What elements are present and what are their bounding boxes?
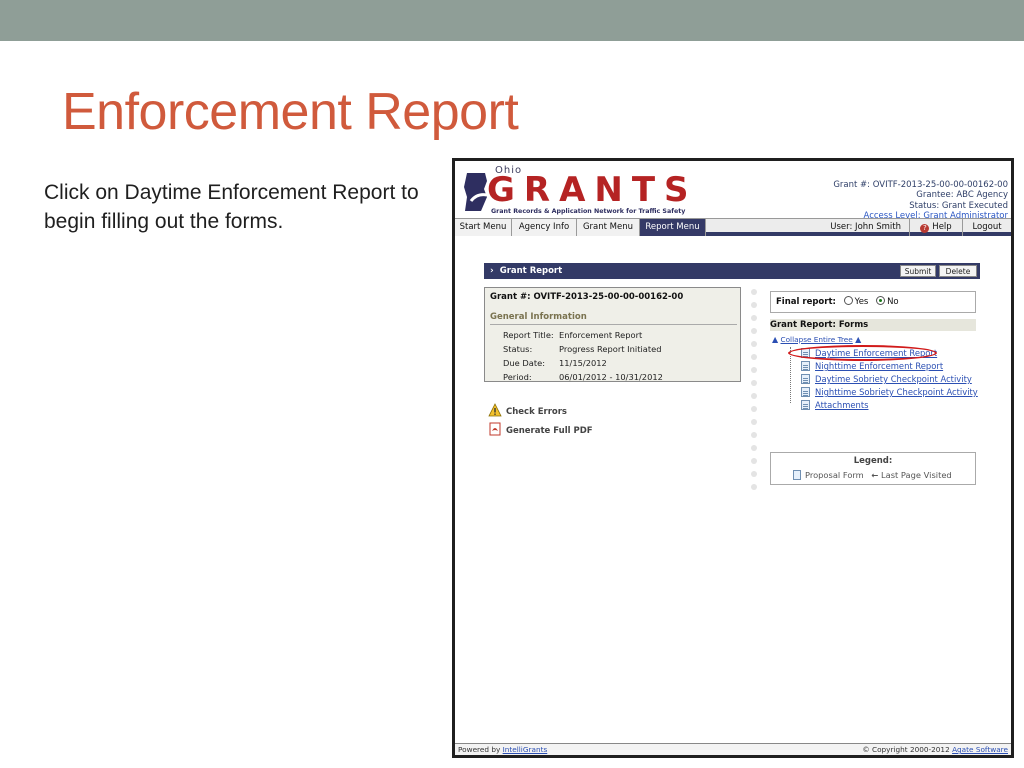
- slide-body-text: Click on Daytime Enforcement Report to b…: [44, 181, 419, 233]
- form-document-icon: [801, 361, 810, 371]
- final-report-no-radio[interactable]: [876, 296, 886, 305]
- legend-proposal-form: Proposal Form: [805, 470, 864, 480]
- divider-dot: [751, 432, 757, 438]
- legend-title: Legend:: [853, 456, 893, 466]
- form-link-daytime-sobriety[interactable]: Daytime Sobriety Checkpoint Activity: [815, 374, 972, 384]
- header-grantee: Grantee: ABC Agency: [916, 190, 1008, 201]
- legend-line: Proposal Form ← Last Page Visited: [793, 470, 952, 480]
- divider-dot: [751, 289, 757, 295]
- legend-box: Legend: Proposal Form ← Last Page Visite…: [770, 452, 976, 485]
- legend-last-page: Last Page Visited: [881, 470, 952, 480]
- header-status: Status: Grant Executed: [909, 200, 1008, 211]
- form-link-nighttime-enforcement[interactable]: Nighttime Enforcement Report: [815, 361, 943, 371]
- nav-user-label: User: John Smith: [830, 222, 901, 232]
- nav-help-label: Help: [932, 222, 952, 232]
- info-row-report-title: Report Title: Enforcement Report: [503, 330, 643, 340]
- nav-start-menu[interactable]: Start Menu: [455, 219, 512, 236]
- app-header: Ohio GRANTS Grant Records & Application …: [455, 161, 1011, 221]
- footer-powered-by: Powered by IntelliGrants: [458, 745, 548, 754]
- triangle-up-icon: ▲: [772, 335, 779, 344]
- check-errors-link[interactable]: Check Errors: [488, 403, 567, 417]
- form-document-icon: [801, 400, 810, 410]
- generate-pdf-link[interactable]: Generate Full PDF: [488, 422, 593, 436]
- nav-agency-info[interactable]: Agency Info: [512, 219, 577, 236]
- logo-grants-wordmark: GRANTS: [487, 170, 698, 210]
- collapse-tree-link[interactable]: ▲ Collapse Entire Tree ▲: [772, 335, 861, 344]
- help-icon: ?: [920, 224, 930, 233]
- divider-dot: [751, 315, 757, 321]
- footer-copyright: © Copyright 2000-2012 Agate Software: [862, 745, 1008, 754]
- divider-dot: [751, 354, 757, 360]
- nav-report-menu[interactable]: Report Menu: [640, 219, 706, 236]
- divider-dot: [751, 458, 757, 464]
- proposal-form-icon: [793, 470, 801, 480]
- collapse-tree-label: Collapse Entire Tree: [780, 335, 853, 344]
- final-report-no-label: No: [887, 297, 899, 307]
- triangle-up-icon: ▲: [855, 335, 862, 344]
- top-band: [0, 0, 1024, 41]
- info-row-due-date: Due Date: 11/15/2012: [503, 358, 607, 368]
- divider-dot: [751, 484, 757, 490]
- arrow-left-icon: ←: [871, 470, 879, 480]
- nav-help-button[interactable]: ? Help: [909, 219, 963, 236]
- final-report-label: Final report:: [776, 297, 836, 307]
- divider-dot: [751, 367, 757, 373]
- chevron-right-icon: ›: [490, 266, 494, 276]
- main-navbar: Start Menu Agency Info Grant Menu Report…: [455, 218, 1011, 236]
- divider-dot: [751, 380, 757, 386]
- intelligrants-link[interactable]: IntelliGrants: [503, 745, 548, 754]
- delete-button[interactable]: Delete: [939, 265, 977, 277]
- info-grant-number: Grant #: OVITF-2013-25-00-00-00162-00: [490, 292, 684, 302]
- generate-pdf-label: Generate Full PDF: [506, 426, 593, 436]
- divider-dot: [751, 471, 757, 477]
- grant-info-box: Grant #: OVITF-2013-25-00-00-00162-00 Ge…: [484, 287, 741, 382]
- nav-grant-menu[interactable]: Grant Menu: [577, 219, 640, 236]
- screenshot-frame: Ohio GRANTS Grant Records & Application …: [452, 158, 1014, 758]
- check-errors-label: Check Errors: [506, 407, 567, 417]
- form-document-icon: [801, 387, 810, 397]
- warning-icon: [488, 403, 502, 417]
- form-link-attachments[interactable]: Attachments: [815, 400, 868, 410]
- pdf-icon: [489, 422, 501, 436]
- final-report-box: Final report: Yes No: [770, 291, 976, 313]
- divider-dot: [751, 406, 757, 412]
- divider-dot: [751, 341, 757, 347]
- final-report-yes-radio[interactable]: [843, 296, 853, 305]
- info-row-status: Status: Progress Report Initiated: [503, 344, 662, 354]
- slide-title: Enforcement Report: [62, 83, 519, 141]
- divider-dot: [751, 419, 757, 425]
- forms-heading: Grant Report: Forms: [770, 319, 976, 331]
- divider-dot: [751, 328, 757, 334]
- header-grant-number: Grant #: OVITF-2013-25-00-00-00162-00: [833, 180, 1008, 190]
- info-divider: [490, 324, 737, 325]
- form-document-icon: [801, 374, 810, 384]
- grant-report-title: Grant Report: [499, 266, 563, 276]
- divider-dot: [751, 393, 757, 399]
- app-footer: Powered by IntelliGrants © Copyright 200…: [455, 743, 1011, 755]
- grant-header-info: Grant #: OVITF-2013-25-00-00-00162-00 Gr…: [833, 180, 1008, 221]
- grants-app: Ohio GRANTS Grant Records & Application …: [455, 161, 1011, 755]
- agate-software-link[interactable]: Agate Software: [952, 745, 1008, 754]
- general-information-heading: General Information: [490, 312, 587, 322]
- grant-report-bar: › Grant Report Submit Delete: [484, 263, 980, 279]
- submit-button[interactable]: Submit: [900, 265, 936, 277]
- nav-logout-button[interactable]: Logout: [963, 219, 1011, 236]
- logo-tagline: Grant Records & Application Network for …: [491, 208, 686, 215]
- form-link-nighttime-sobriety[interactable]: Nighttime Sobriety Checkpoint Activity: [815, 387, 978, 397]
- info-row-period: Period: 06/01/2012 - 10/31/2012: [503, 372, 663, 382]
- ohio-state-logo-icon: [464, 173, 488, 211]
- divider-dot: [751, 302, 757, 308]
- final-report-yes-label: Yes: [854, 297, 869, 307]
- divider-dot: [751, 445, 757, 451]
- red-highlight-ellipse: [788, 345, 937, 361]
